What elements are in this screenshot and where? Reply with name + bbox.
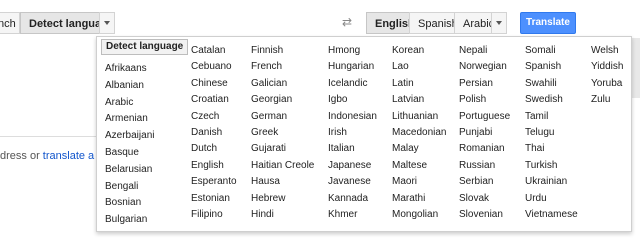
hint-text: dress or — [0, 150, 43, 162]
language-option[interactable]: Haitian Creole — [251, 160, 314, 172]
language-option[interactable]: Romanian — [459, 143, 505, 155]
chevron-down-icon — [104, 21, 110, 26]
language-option[interactable]: Catalan — [191, 45, 225, 57]
language-option[interactable]: Welsh — [591, 45, 619, 57]
language-option[interactable]: Armenian — [105, 113, 148, 125]
language-option[interactable]: Irish — [328, 127, 347, 139]
language-option[interactable]: Afrikaans — [105, 63, 147, 75]
language-option[interactable]: German — [251, 111, 287, 123]
source-language-menu: Detect language Afrikaans Albanian Arabic A… — [96, 36, 632, 232]
language-option[interactable]: Polish — [459, 94, 486, 106]
language-option[interactable]: Filipino — [191, 209, 223, 221]
language-option[interactable]: Icelandic — [328, 78, 367, 90]
language-option[interactable]: Croatian — [191, 94, 229, 106]
language-option[interactable]: Hebrew — [251, 193, 285, 205]
language-option[interactable]: Serbian — [459, 176, 493, 188]
language-option[interactable]: Arabic — [105, 97, 133, 109]
language-option[interactable]: Zulu — [591, 94, 610, 106]
language-option[interactable]: Persian — [459, 78, 493, 90]
language-option[interactable]: Yiddish — [591, 61, 623, 73]
language-option[interactable]: Nepali — [459, 45, 487, 57]
language-option[interactable]: French — [251, 61, 282, 73]
language-option[interactable]: Mongolian — [392, 209, 438, 221]
language-option[interactable]: Hmong — [328, 45, 360, 57]
language-option[interactable]: Hindi — [251, 209, 274, 221]
language-option[interactable]: Macedonian — [392, 127, 446, 139]
translate-button[interactable]: Translate — [520, 12, 576, 34]
language-option[interactable]: Finnish — [251, 45, 283, 57]
language-option[interactable]: Igbo — [328, 94, 347, 106]
language-option[interactable]: Maori — [392, 176, 417, 188]
target-tab-spanish[interactable]: Spanish — [409, 12, 458, 34]
language-option[interactable]: Hungarian — [328, 61, 374, 73]
language-option[interactable]: Latin — [392, 78, 414, 90]
language-option[interactable]: Russian — [459, 160, 495, 172]
language-option[interactable]: Belarusian — [105, 164, 152, 176]
language-option[interactable]: Esperanto — [191, 176, 237, 188]
language-option[interactable]: Chinese — [191, 78, 228, 90]
language-option[interactable]: Maltese — [392, 160, 427, 172]
language-option[interactable]: Norwegian — [459, 61, 507, 73]
source-text-divider — [0, 136, 100, 137]
language-option[interactable]: Greek — [251, 127, 278, 139]
language-option[interactable]: Azerbaijani — [105, 130, 154, 142]
language-option[interactable]: Italian — [328, 143, 355, 155]
language-option[interactable]: Slovenian — [459, 209, 503, 221]
language-option[interactable]: Basque — [105, 147, 139, 159]
language-option[interactable]: Bulgarian — [105, 214, 147, 226]
source-language-dropdown-button[interactable] — [99, 12, 115, 34]
language-option[interactable]: Latvian — [392, 94, 424, 106]
language-option[interactable]: Japanese — [328, 160, 371, 172]
language-option[interactable]: Telugu — [525, 127, 554, 139]
language-option[interactable]: Galician — [251, 78, 287, 90]
swap-icon[interactable]: ⇄ — [340, 15, 354, 29]
language-option[interactable]: Yoruba — [591, 78, 622, 90]
language-option[interactable]: Cebuano — [191, 61, 232, 73]
language-option[interactable]: Kannada — [328, 193, 368, 205]
language-option[interactable]: Somali — [525, 45, 556, 57]
target-tab-english[interactable]: English — [366, 12, 415, 34]
source-tab-detect-language[interactable]: Detect language — [20, 12, 114, 34]
language-option[interactable]: Thai — [525, 143, 544, 155]
language-option[interactable]: Gujarati — [251, 143, 286, 155]
language-option[interactable]: Tamil — [525, 111, 548, 123]
language-option[interactable]: Urdu — [525, 193, 547, 205]
language-option-detect-language[interactable]: Detect language — [101, 39, 189, 55]
language-option[interactable]: Spanish — [525, 61, 561, 73]
language-option[interactable]: Khmer — [328, 209, 357, 221]
language-option[interactable]: Swedish — [525, 94, 563, 106]
language-option[interactable]: Malay — [392, 143, 419, 155]
language-option[interactable]: Dutch — [191, 143, 217, 155]
language-toolbar: nch Detect language ⇄ English Spanish Ar… — [0, 12, 640, 36]
language-option[interactable]: Slovak — [459, 193, 489, 205]
chevron-down-icon — [496, 21, 502, 26]
target-tab-arabic[interactable]: Arabic — [454, 12, 494, 34]
source-tab-french[interactable]: nch — [0, 12, 20, 34]
language-option[interactable]: Hausa — [251, 176, 280, 188]
language-option[interactable]: Bosnian — [105, 197, 141, 209]
language-option[interactable]: Indonesian — [328, 111, 377, 123]
language-option[interactable]: Lao — [392, 61, 409, 73]
language-option[interactable]: Marathi — [392, 193, 425, 205]
language-option[interactable]: Bengali — [105, 181, 138, 193]
target-language-dropdown-button[interactable] — [491, 12, 507, 34]
language-option[interactable]: Javanese — [328, 176, 371, 188]
language-option[interactable]: Turkish — [525, 160, 557, 172]
language-option[interactable]: Georgian — [251, 94, 292, 106]
language-option[interactable]: English — [191, 160, 224, 172]
language-option[interactable]: Albanian — [105, 80, 144, 92]
language-option[interactable]: Punjabi — [459, 127, 492, 139]
language-option[interactable]: Lithuanian — [392, 111, 438, 123]
language-option[interactable]: Korean — [392, 45, 424, 57]
language-option[interactable]: Estonian — [191, 193, 230, 205]
language-option[interactable]: Danish — [191, 127, 222, 139]
language-option[interactable]: Czech — [191, 111, 219, 123]
language-option[interactable]: Portuguese — [459, 111, 510, 123]
language-option[interactable]: Ukrainian — [525, 176, 567, 188]
language-option[interactable]: Swahili — [525, 78, 557, 90]
language-option[interactable]: Vietnamese — [525, 209, 578, 221]
